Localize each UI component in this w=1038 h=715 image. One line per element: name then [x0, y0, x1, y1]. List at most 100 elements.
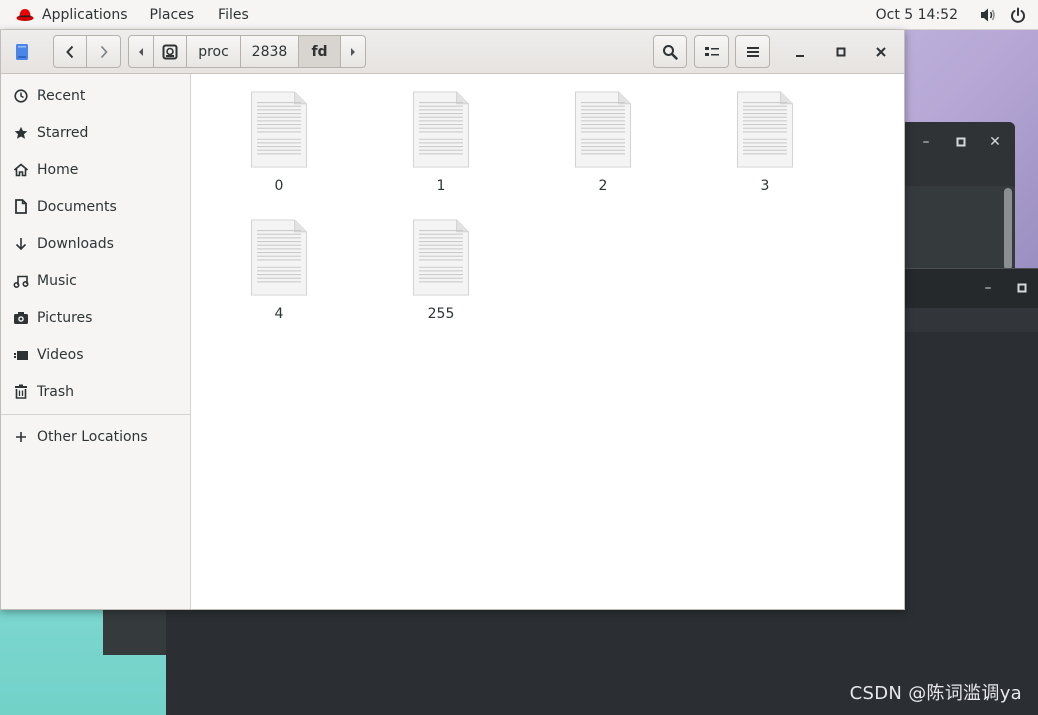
music-icon [13, 273, 29, 289]
crumb-2838[interactable]: 2838 [241, 35, 299, 68]
close-button[interactable] [870, 42, 892, 62]
file-item-1[interactable]: 1 [381, 74, 501, 194]
close-icon [876, 47, 886, 57]
search-button[interactable] [653, 35, 687, 68]
sidebar-item-label: Other Locations [37, 428, 148, 445]
maximize-icon[interactable] [1012, 278, 1032, 298]
files-menu-label: Files [218, 6, 249, 23]
file-name: 4 [274, 306, 284, 322]
path-scroll-left-button[interactable] [128, 35, 154, 68]
files-menu[interactable]: Files [206, 0, 261, 30]
triangle-right-icon [351, 47, 355, 56]
text-file-icon [737, 91, 793, 168]
hamburger-icon [746, 46, 759, 57]
file-item-0[interactable]: 0 [219, 74, 339, 194]
sidebar-item-label: Music [37, 272, 77, 289]
file-item-4[interactable]: 4 [219, 202, 339, 322]
watermark: CSDN @陈词滥调ya [849, 683, 1022, 704]
file-name: 2 [598, 178, 608, 194]
star-icon [13, 125, 29, 141]
maximize-icon [836, 47, 846, 57]
clock[interactable]: Oct 5 14:52 [876, 7, 958, 23]
sidebar-item-label: Documents [37, 198, 117, 215]
files-app-icon [12, 42, 32, 62]
sidebar: Recent Starred Home Documents Downloads [1, 74, 191, 609]
plus-icon [13, 429, 29, 445]
redhat-logo-icon [16, 8, 34, 21]
close-icon[interactable]: ✕ [985, 132, 1005, 152]
minimize-icon[interactable]: – [978, 278, 998, 298]
maximize-icon[interactable] [951, 132, 971, 152]
file-item-3[interactable]: 3 [705, 74, 825, 194]
file-item-2[interactable]: 2 [543, 74, 663, 194]
files-window[interactable]: proc 2838 fd Recent Starred Home Documen… [0, 30, 905, 610]
places-menu[interactable]: Places [140, 0, 207, 30]
top-bar: Applications Places Files Oct 5 14:52 [0, 0, 1038, 30]
sidebar-item-label: Home [37, 161, 79, 178]
sidebar-item-downloads[interactable]: Downloads [1, 225, 190, 262]
sidebar-item-label: Recent [37, 87, 86, 104]
file-name: 1 [436, 178, 446, 194]
crumb-proc[interactable]: proc [187, 35, 241, 68]
header-bar: proc 2838 fd [1, 30, 904, 74]
sidebar-item-label: Videos [37, 346, 84, 363]
download-icon [13, 236, 29, 252]
history-navigation [53, 35, 121, 68]
file-name: 3 [760, 178, 770, 194]
text-file-icon [251, 219, 307, 296]
home-icon [13, 162, 29, 178]
background-window-scrollbar[interactable] [1004, 188, 1012, 270]
minimize-icon[interactable]: – [916, 132, 936, 152]
chevron-right-icon [100, 45, 108, 58]
sidebar-item-label: Pictures [37, 309, 93, 326]
sidebar-item-label: Trash [37, 383, 74, 400]
crumb-fd[interactable]: fd [299, 35, 341, 68]
view-toggle-button[interactable] [694, 35, 729, 68]
places-menu-label: Places [149, 6, 195, 23]
applications-menu[interactable]: Applications [0, 0, 140, 30]
sidebar-item-videos[interactable]: Videos [1, 336, 190, 373]
drive-icon [162, 44, 178, 59]
trash-icon [13, 384, 29, 400]
sidebar-item-music[interactable]: Music [1, 262, 190, 299]
applications-menu-label: Applications [42, 6, 128, 23]
volume-icon[interactable] [980, 7, 998, 23]
document-icon [13, 199, 29, 215]
file-item-255[interactable]: 255 [381, 202, 501, 322]
file-name: 0 [274, 178, 284, 194]
clock-icon [13, 88, 29, 104]
path-scroll-right-button[interactable] [341, 35, 366, 68]
triangle-left-icon [139, 47, 143, 56]
chevron-left-icon [66, 45, 74, 58]
camera-icon [13, 310, 29, 326]
system-tray[interactable] [980, 7, 1026, 23]
text-file-icon [251, 91, 307, 168]
sidebar-item-home[interactable]: Home [1, 151, 190, 188]
sidebar-item-recent[interactable]: Recent [1, 77, 190, 114]
text-file-icon [413, 219, 469, 296]
crumb-root[interactable] [154, 35, 187, 68]
file-name: 255 [427, 306, 455, 322]
sidebar-item-label: Starred [37, 124, 89, 141]
sidebar-item-documents[interactable]: Documents [1, 188, 190, 225]
video-icon [13, 347, 29, 363]
forward-button[interactable] [87, 35, 121, 68]
minimize-button[interactable] [789, 42, 811, 62]
sidebar-item-other-locations[interactable]: Other Locations [1, 418, 190, 455]
sidebar-item-pictures[interactable]: Pictures [1, 299, 190, 336]
power-icon[interactable] [1010, 7, 1026, 23]
path-bar: proc 2838 fd [128, 35, 366, 68]
list-view-icon [704, 46, 719, 56]
menu-button[interactable] [735, 35, 770, 68]
sidebar-divider [1, 414, 190, 415]
minimize-icon [796, 55, 804, 57]
text-file-icon [413, 91, 469, 168]
file-view[interactable]: 0 1 2 3 4 255 [192, 74, 904, 609]
sidebar-item-trash[interactable]: Trash [1, 373, 190, 410]
back-button[interactable] [53, 35, 87, 68]
search-icon [663, 44, 678, 60]
maximize-button[interactable] [830, 42, 852, 62]
sidebar-item-starred[interactable]: Starred [1, 114, 190, 151]
sidebar-item-label: Downloads [37, 235, 114, 252]
text-file-icon [575, 91, 631, 168]
